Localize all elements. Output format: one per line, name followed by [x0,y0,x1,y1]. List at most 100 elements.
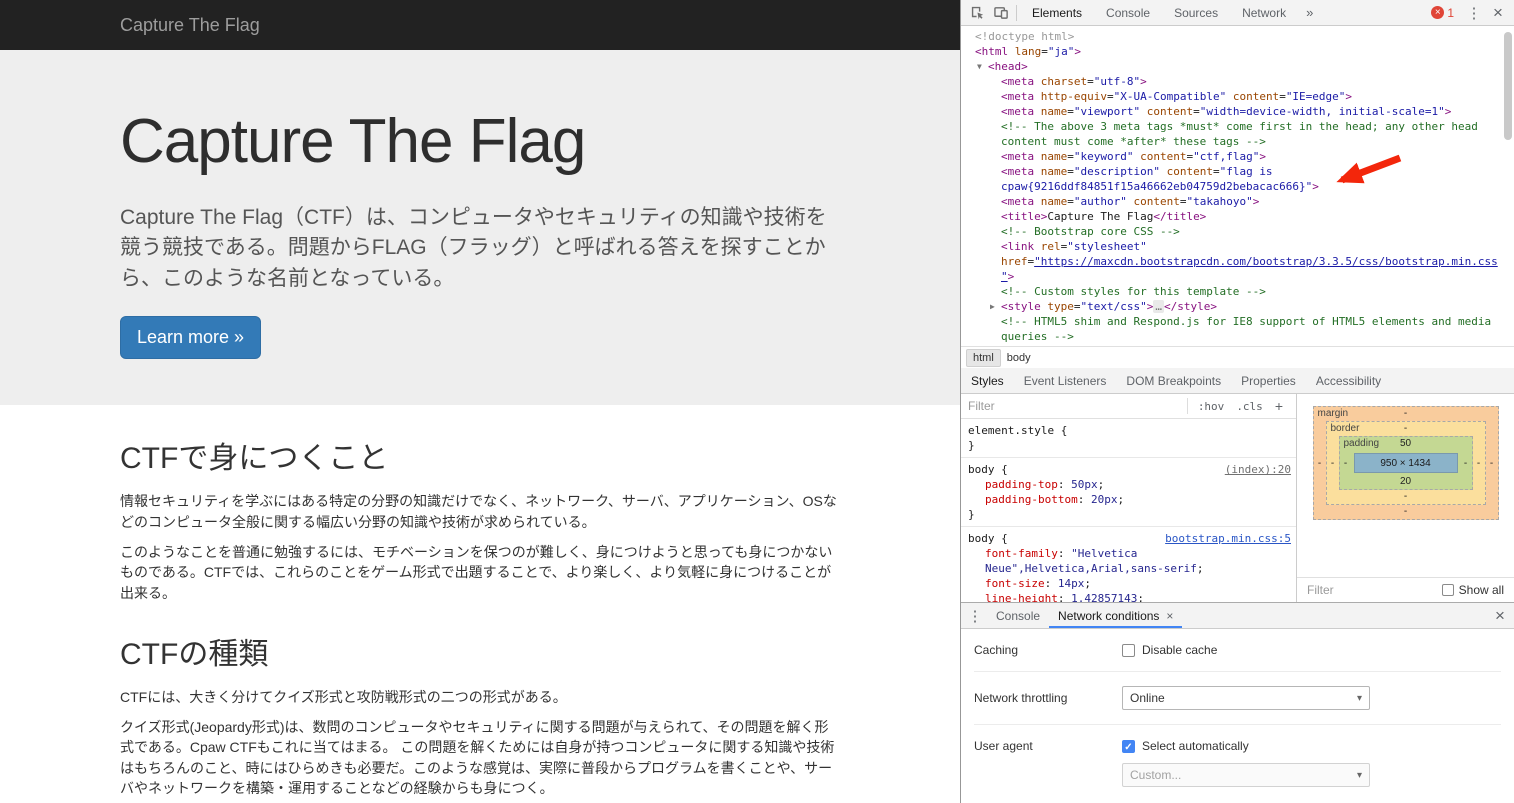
styles-pane: :hov .cls + element.style {} (index):20 bo… [961,394,1514,602]
styles-filter-bar: :hov .cls + [961,394,1296,419]
css-property[interactable]: font-family: "Helvetica Neue",Helvetica,… [968,546,1291,576]
new-style-rule-button[interactable]: + [1269,398,1289,414]
tab-elements[interactable]: Elements [1020,0,1094,25]
error-count: 1 [1447,5,1454,20]
code-line[interactable]: <!-- Custom styles for this template --> [961,284,1514,299]
computed-column: margin - - border - - padding 50 - 950 ×… [1297,394,1514,602]
section-title-types: CTFの種類 [120,637,269,671]
navbar: Capture The Flag [0,0,960,50]
drawer-tab-console[interactable]: Console [987,603,1049,628]
code-line[interactable]: <!-- Bootstrap core CSS --> [961,224,1514,239]
css-source-link[interactable]: bootstrap.min.css:5 [1165,531,1291,546]
inspect-element-icon[interactable] [965,0,989,25]
css-source-link[interactable]: (index):20 [1225,462,1291,477]
drawer-tab-bar: ⋮ Console Network conditions × × [961,603,1514,629]
tab-sources[interactable]: Sources [1162,0,1230,25]
box-model-padding[interactable]: padding 50 - 950 × 1434 - 20 [1338,436,1473,490]
error-badge[interactable]: × 1 [1431,6,1454,20]
collapse-icon[interactable]: ▼ [977,59,988,74]
styles-rules-column: :hov .cls + element.style {} (index):20 bo… [961,394,1297,602]
breadcrumb-body[interactable]: body [1001,350,1037,366]
paragraph: このようなことを普通に勉強するには、モチベーションを保つのが難しく、身につけよう… [120,543,833,601]
css-property[interactable]: padding-top: 50px; [968,477,1291,492]
css-property[interactable]: line-height: 1.42857143; [968,591,1291,602]
hover-state-button[interactable]: :hov [1192,400,1231,413]
disable-cache-label: Disable cache [1142,643,1218,657]
more-panels-chevron[interactable]: » [1298,0,1321,25]
styles-filter-input[interactable] [968,399,1187,413]
select-automatically-checkbox[interactable]: ✓ [1122,739,1135,753]
box-model-border[interactable]: border - - padding 50 - 950 × 1434 - 20 … [1325,421,1486,505]
css-selector[interactable]: body [968,463,995,476]
code-line[interactable]: <!doctype html> [961,29,1514,44]
code-line[interactable]: <meta name="description" content="flag i… [961,164,1514,194]
show-all-checkbox[interactable] [1441,584,1454,596]
user-agent-label: User agent [974,739,1033,753]
breadcrumb-html[interactable]: html [966,348,1001,367]
custom-user-agent-select[interactable]: Custom... ▾ [1122,763,1370,787]
code-line[interactable]: <meta name="keyword" content="ctf,flag"> [961,149,1514,164]
disable-cache-checkbox[interactable] [1122,643,1135,657]
code-line[interactable]: <meta name="viewport" content="width=dev… [961,104,1514,119]
expand-icon[interactable]: ▶ [990,299,1001,314]
code-line[interactable]: <html lang="ja"> [961,44,1514,59]
user-agent-row: User agent ✓ Select automatically Custom… [974,725,1501,801]
devtools-close-icon[interactable]: × [1486,0,1510,25]
css-property[interactable]: padding-bottom: 20px; [968,492,1291,507]
class-toggle-button[interactable]: .cls [1230,400,1269,413]
css-selector[interactable]: body [968,532,995,545]
tab-accessibility[interactable]: Accessibility [1306,368,1391,393]
drawer-tab-network-conditions[interactable]: Network conditions × [1049,603,1182,628]
network-throttling-row: Network throttling Online ▾ [974,672,1501,725]
scrollbar-thumb[interactable] [1504,32,1512,140]
drawer-menu-icon[interactable]: ⋮ [963,603,987,628]
paragraph: CTFには、大きく分けてクイズ形式と攻防戦形式の二つの形式がある。 [120,688,567,705]
code-line[interactable]: <meta name="author" content="takahoyo"> [961,194,1514,209]
box-model-margin[interactable]: margin - - border - - padding 50 - 950 ×… [1312,406,1499,520]
code-line[interactable]: <!--[if lt IE 9]> [961,344,1514,346]
hero-section: Capture The Flag Capture The Flag（CTF）は、… [0,50,960,406]
learn-more-button[interactable]: Learn more » [120,316,262,360]
throttling-select[interactable]: Online ▾ [1122,686,1370,710]
hero-description: Capture The Flag（CTF）は、コンピュータやセキュリティの知識や… [120,206,827,290]
code-line[interactable]: <title>Capture The Flag</title> [961,209,1514,224]
tab-console[interactable]: Console [1094,0,1162,25]
sidebar-tabs: Styles Event Listeners DOM Breakpoints P… [961,368,1514,394]
css-rule: bootstrap.min.css:5 body {font-family: "H… [961,527,1296,602]
code-line[interactable]: <!-- HTML5 shim and Respond.js for IE8 s… [961,314,1514,344]
page-content: CTFで身につくこと 情報セキュリティを学ぶにはある特定の分野の知識だけでなく、… [105,433,855,803]
box-model-content[interactable]: 950 × 1434 [1353,453,1458,473]
computed-filter-placeholder[interactable]: Filter [1307,583,1334,597]
css-property[interactable]: font-size: 14px; [968,576,1291,591]
code-line[interactable]: <!-- The above 3 meta tags *must* come f… [961,119,1514,149]
css-rule: element.style {} [961,419,1296,458]
tab-event-listeners[interactable]: Event Listeners [1014,368,1117,393]
overflow-menu-icon[interactable]: ⋮ [1462,0,1486,25]
device-toolbar-icon[interactable] [989,0,1013,25]
tab-dom-breakpoints[interactable]: DOM Breakpoints [1116,368,1231,393]
code-line[interactable]: ▼ <head> [961,59,1514,74]
tab-styles[interactable]: Styles [961,368,1014,393]
tab-close-icon[interactable]: × [1166,609,1173,623]
devtools-panel: Elements Console Sources Network » × 1 ⋮… [960,0,1514,803]
tab-network[interactable]: Network [1230,0,1298,25]
throttling-value: Online [1130,691,1165,705]
section-title-benefits: CTFで身につくこと [120,442,389,476]
code-line[interactable]: <link rel="stylesheet" href="https://max… [961,239,1514,284]
network-throttling-label: Network throttling [974,691,1068,705]
caret-down-icon: ▾ [1356,769,1362,781]
computed-filter-bar: Filter Show all [1297,577,1514,602]
tab-properties[interactable]: Properties [1231,368,1306,393]
code-line[interactable]: <meta charset="utf-8"> [961,74,1514,89]
custom-user-agent-value: Custom... [1130,768,1182,782]
css-selector[interactable]: element.style [968,424,1054,437]
caret-down-icon: ▾ [1356,692,1362,704]
code-line[interactable]: <meta http-equiv="X-UA-Compatible" conte… [961,89,1514,104]
drawer-close-icon[interactable]: × [1488,603,1512,628]
code-line[interactable]: ▶ <style type="text/css">… </style> [961,299,1514,314]
network-conditions-panel: Caching Disable cache Network throttling… [961,629,1514,803]
elements-tree: <!doctype html> <html lang="ja"> ▼ <head> <m… [961,26,1514,346]
navbar-brand[interactable]: Capture The Flag [120,15,260,35]
css-rule: (index):20 body {padding-top: 50px; paddin… [961,458,1296,527]
paragraph: クイズ形式(Jeopardy形式)は、数問のコンピュータやセキュリティに関する問… [120,719,835,796]
